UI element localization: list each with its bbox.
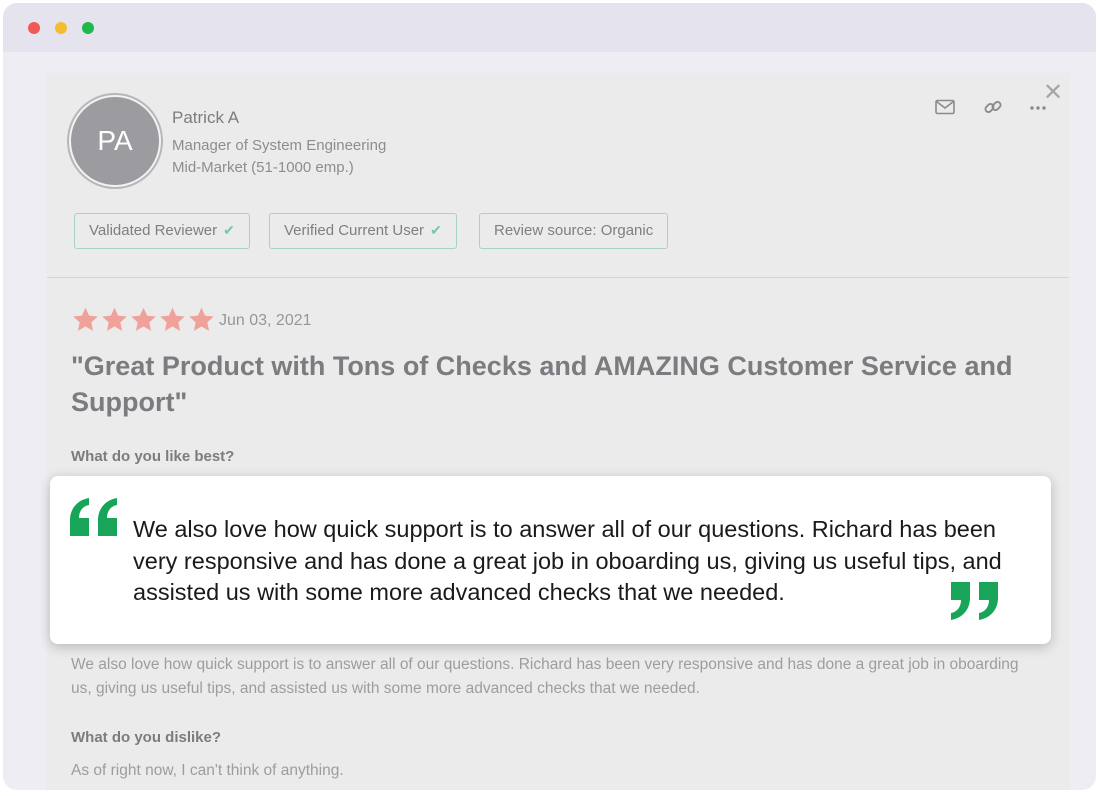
review-card: PA Patrick A Manager of System Engineeri… — [47, 73, 1069, 790]
badge-label: Validated Reviewer — [89, 222, 218, 239]
window-maximize-button[interactable] — [82, 22, 94, 34]
reviewer-segment: Mid-Market (51-1000 emp.) — [172, 159, 354, 176]
star-icon — [73, 307, 98, 331]
badge-label: Verified Current User — [284, 222, 425, 239]
like-question: What do you like best? — [71, 448, 235, 465]
star-icon — [131, 307, 156, 331]
badge-verified-current-user: Verified Current User ✔ — [269, 213, 457, 249]
star-icon — [160, 307, 185, 331]
close-icon[interactable]: ✕ — [1043, 81, 1063, 105]
star-icon — [102, 307, 127, 331]
close-quote-icon — [948, 580, 1000, 622]
badge-validated-reviewer: Validated Reviewer ✔ — [74, 213, 250, 249]
window-minimize-button[interactable] — [55, 22, 67, 34]
avatar: PA — [69, 95, 161, 187]
open-quote-icon — [68, 496, 120, 538]
like-answer: We also love how quick support is to ans… — [71, 656, 1019, 697]
checkmark-icon: ✔ — [430, 222, 442, 238]
dislike-answer: As of right now, I can't think of anythi… — [71, 762, 344, 779]
reviewer-role: Manager of System Engineering — [172, 137, 387, 154]
window-close-button[interactable] — [28, 22, 40, 34]
badge-review-source: Review source: Organic — [479, 213, 669, 249]
star-icon — [189, 307, 214, 331]
highlight-quote-card: We also love how quick support is to ans… — [50, 476, 1051, 644]
reviewer-name[interactable]: Patrick A — [172, 108, 239, 128]
browser-window: PA Patrick A Manager of System Engineeri… — [3, 3, 1096, 790]
review-date: Jun 03, 2021 — [219, 312, 312, 329]
title-bar — [3, 3, 1096, 52]
link-icon[interactable] — [983, 97, 1003, 122]
badge-label: Review source: Organic — [494, 222, 654, 239]
checkmark-icon: ✔ — [223, 222, 235, 238]
review-title: "Great Product with Tons of Checks and A… — [71, 351, 1013, 417]
envelope-icon[interactable] — [935, 99, 955, 120]
highlight-quote-text: We also love how quick support is to ans… — [133, 516, 1002, 605]
divider — [47, 277, 1069, 278]
dislike-question: What do you dislike? — [71, 729, 222, 746]
